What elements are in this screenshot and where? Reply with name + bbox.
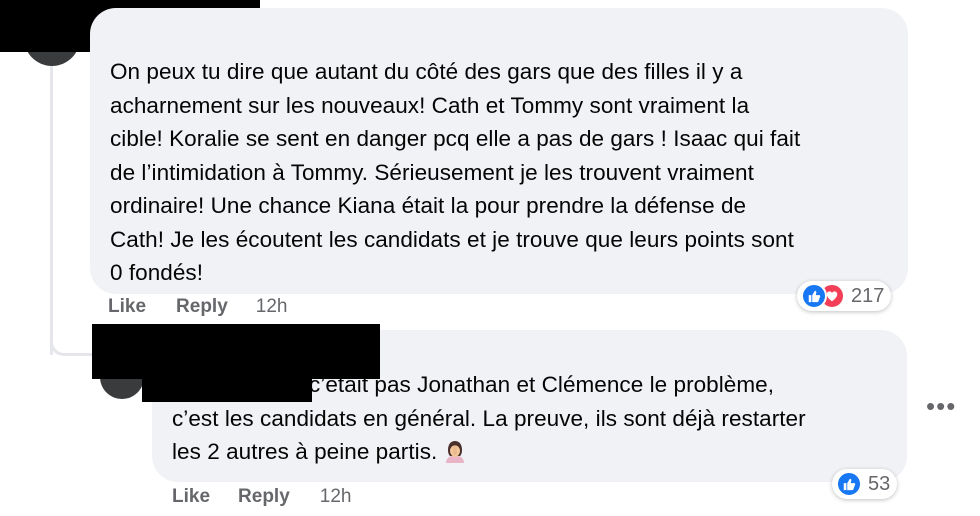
reply-text-last: les 2 autres à peine partis.	[172, 439, 438, 464]
reply-text-line: c’est les candidats en général. La preuv…	[172, 405, 806, 431]
reply-reactions-summary[interactable]: 53	[832, 469, 898, 499]
comment-text-line: cible! Koralie se sent en danger pcq ell…	[110, 126, 801, 151]
like-button[interactable]: Like	[108, 296, 146, 318]
comment-text-line: de l’intimidation à Tommy. Sérieusement …	[110, 159, 754, 185]
comment-bubble: On peux tu dire que autant du côté des g…	[90, 8, 908, 294]
reply-timestamp[interactable]: 12h	[320, 486, 352, 508]
reactions-summary[interactable]: 217	[797, 281, 892, 311]
thread-line	[50, 55, 53, 355]
reply-actions: Like Reply 12h	[172, 486, 351, 508]
reply-button[interactable]: Reply	[176, 296, 228, 318]
reply-reply-button[interactable]: Reply	[238, 486, 290, 508]
comment-timestamp[interactable]: 12h	[256, 296, 288, 318]
redacted-reply-text	[142, 370, 312, 402]
like-icon	[836, 471, 862, 497]
reaction-count: 53	[868, 472, 891, 495]
reply-like-button[interactable]: Like	[172, 486, 210, 508]
reply-text-line: les 2 autres à peine partis.	[172, 435, 902, 473]
comment-text-line: Cath! Je les écoutent les candidats et j…	[110, 226, 794, 252]
comment-text: On peux tu dire que autant du côté des g…	[110, 55, 900, 290]
comment-text-line: 0 fondés!	[110, 260, 204, 285]
like-icon	[801, 283, 827, 309]
comment-text-line: ordinaire! Une chance Kiana était la pou…	[110, 193, 747, 218]
comment-actions: Like Reply 12h	[108, 296, 287, 318]
comment-text-line: acharnement sur les nouveaux! Cath et To…	[110, 92, 750, 118]
woman-facepalming-emoji	[443, 439, 467, 473]
more-options-button[interactable]: •••	[926, 393, 956, 419]
reaction-count: 217	[851, 284, 885, 307]
comment-text-line: On peux tu dire que autant du côté des g…	[110, 59, 743, 84]
